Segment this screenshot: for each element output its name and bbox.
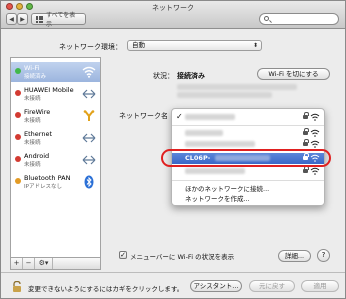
help-button[interactable]: ? <box>317 249 330 262</box>
location-label: ネットワーク環境： <box>59 43 122 51</box>
apply-button[interactable]: 適用 <box>301 280 339 292</box>
firewire-icon <box>82 109 96 123</box>
remove-service-button[interactable]: − <box>23 258 35 269</box>
menu-separator <box>172 180 324 181</box>
forward-button[interactable]: ▶ <box>17 13 28 25</box>
service-status: 未接続 <box>24 96 41 102</box>
network-menu-item[interactable] <box>172 166 324 177</box>
wifi-signal-icon <box>310 113 320 121</box>
redacted-ssid <box>185 114 235 120</box>
service-item-bluetooth-pan[interactable]: Bluetooth PAN IPアドレスなし <box>11 172 100 192</box>
toolbar: ネットワーク ◀ ▶ すべてを表示 <box>1 1 345 29</box>
bluetooth-icon <box>82 175 96 189</box>
redacted-ssid <box>185 130 223 136</box>
service-status: IPアドレスなし <box>24 184 62 190</box>
service-name: Ethernet <box>24 130 52 138</box>
lock-note: 変更できないようにするにはカギをクリックします。 <box>28 285 184 293</box>
service-item-ethernet[interactable]: Ethernet 未接続 <box>11 128 100 148</box>
wifi-signal-icon <box>310 140 320 148</box>
location-value: 自動 <box>132 41 145 49</box>
service-status: 接続済み <box>24 74 47 80</box>
status-label: 状況： <box>153 72 174 80</box>
lock-icon <box>303 128 309 136</box>
wifi-signal-icon <box>310 129 320 137</box>
service-name: Android <box>24 152 50 160</box>
service-name: HUAWEI Mobile <box>24 86 74 94</box>
bottom-bar: 変更できないようにするにはカギをクリックします。 アシスタント... 元に戻す … <box>1 272 345 298</box>
back-button[interactable]: ◀ <box>6 13 17 25</box>
ethernet-icon <box>82 131 96 145</box>
menu-separator <box>172 125 324 126</box>
service-list-toolbar: + − ⚙▾ <box>10 257 101 270</box>
popup-arrows-icon: ⬍ <box>252 42 258 49</box>
checkmark-icon: ✓ <box>176 112 183 121</box>
service-status: 未接続 <box>24 162 41 168</box>
phone-arrows-icon <box>82 87 96 101</box>
service-name: FireWire <box>24 108 51 116</box>
lock-icon <box>303 166 309 174</box>
service-status: 未接続 <box>24 118 41 124</box>
show-wifi-status-label: メニューバーに Wi-Fi の状況を表示 <box>130 253 235 261</box>
show-wifi-status-checkbox[interactable]: ✓ <box>119 251 127 259</box>
service-item-firewire[interactable]: FireWire 未接続 <box>11 106 100 126</box>
lock-icon <box>303 139 309 147</box>
status-dot <box>15 156 21 162</box>
redacted-ssid <box>185 168 245 174</box>
service-list: Wi-Fi 接続済み HUAWEI Mobile 未接続 FireWire 未接… <box>10 57 101 258</box>
network-menu-item[interactable]: ✓ <box>172 112 324 123</box>
grid-icon <box>36 15 43 23</box>
service-item-wifi[interactable]: Wi-Fi 接続済み <box>11 62 100 82</box>
lock-icon[interactable] <box>12 281 22 292</box>
network-name-label: ネットワーク名 <box>119 112 168 120</box>
service-name: Wi-Fi <box>24 64 40 72</box>
redacted-ssid <box>185 141 255 147</box>
status-dot <box>15 90 21 96</box>
redacted-text <box>177 92 272 98</box>
status-value: 接続済み <box>177 72 205 80</box>
join-other-network-item[interactable]: ほかのネットワークに接続... <box>185 183 269 193</box>
network-menu-item[interactable] <box>172 128 324 139</box>
lock-icon <box>303 112 309 120</box>
show-all-button[interactable]: すべてを表示 <box>31 12 86 28</box>
gear-menu-button[interactable]: ⚙▾ <box>35 258 53 269</box>
status-dot <box>15 178 21 184</box>
revert-button[interactable]: 元に戻す <box>249 280 295 292</box>
service-status: 未接続 <box>24 140 41 146</box>
status-dot <box>15 134 21 140</box>
details-button[interactable]: 詳細... <box>278 250 311 262</box>
add-service-button[interactable]: + <box>11 258 23 269</box>
assistant-button[interactable]: アシスタント... <box>190 280 242 292</box>
search-input[interactable] <box>259 13 339 25</box>
status-dot <box>15 112 21 118</box>
service-item-android[interactable]: Android 未接続 <box>11 150 100 170</box>
status-dot <box>15 68 21 74</box>
service-name: Bluetooth PAN <box>24 174 71 182</box>
network-preferences-window: ネットワーク ◀ ▶ すべてを表示 ネットワーク環境： 自動 ⬍ Wi-Fi 接… <box>0 0 346 299</box>
annotation-highlight <box>161 149 331 167</box>
show-all-label: すべてを表示 <box>46 12 76 28</box>
redacted-text <box>177 84 297 90</box>
location-popup[interactable]: 自動 ⬍ <box>127 40 262 51</box>
phone-arrows-icon <box>82 153 96 167</box>
wifi-off-button[interactable]: Wi-Fi を切にする <box>257 68 330 80</box>
wifi-icon <box>82 65 96 79</box>
wifi-signal-icon <box>310 167 320 175</box>
create-network-item[interactable]: ネットワークを作成... <box>185 193 250 203</box>
search-icon <box>264 16 269 21</box>
service-item-huawei-mobile[interactable]: HUAWEI Mobile 未接続 <box>11 84 100 104</box>
